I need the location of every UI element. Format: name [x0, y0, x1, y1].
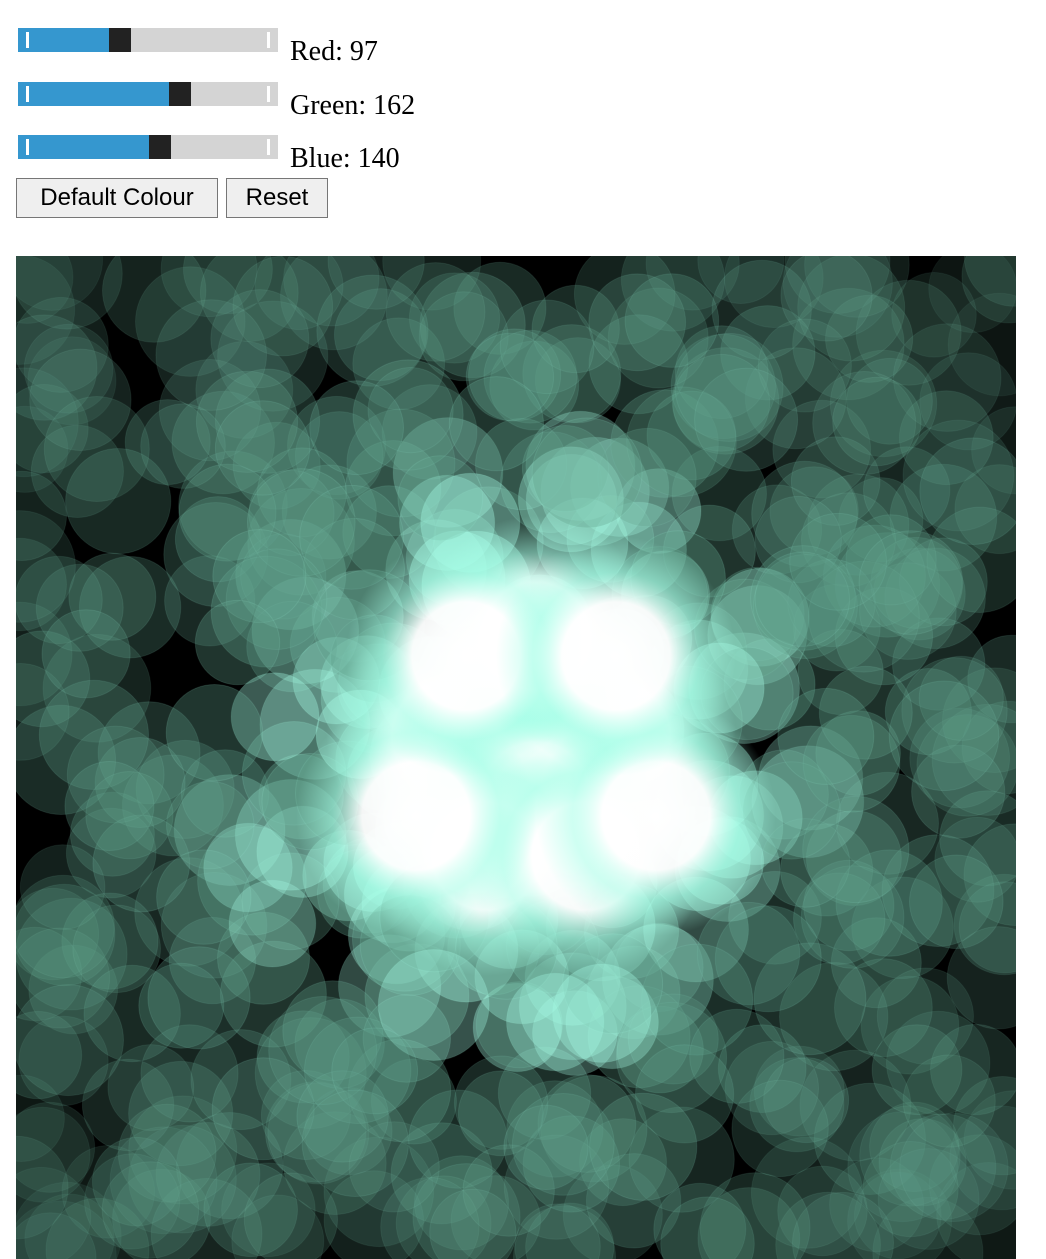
- green-control: Green: 162: [18, 82, 538, 126]
- bokeh-circle: [107, 1044, 195, 1131]
- bokeh-circle: [194, 599, 281, 686]
- red-slider[interactable]: [18, 28, 278, 52]
- bokeh-circle: [511, 1093, 615, 1196]
- bokeh-svg: [16, 256, 1016, 1259]
- red-slider-right-notch: [267, 32, 270, 48]
- green-slider-right-notch: [267, 86, 270, 102]
- bokeh-glow: [496, 536, 736, 776]
- red-value-label: Red: 97: [290, 36, 378, 67]
- bokeh-circle: [448, 376, 544, 472]
- blue-slider-left-notch: [26, 139, 29, 155]
- blue-slider[interactable]: [18, 135, 278, 159]
- bokeh-circle: [140, 403, 226, 489]
- default-colour-button[interactable]: Default Colour: [16, 178, 218, 218]
- bokeh-circle: [43, 396, 150, 502]
- blue-slider-right-notch: [267, 139, 270, 155]
- blue-slider-fill: [18, 135, 149, 159]
- bokeh-circle: [101, 1161, 200, 1259]
- bokeh-circle: [499, 299, 595, 395]
- green-slider-left-notch: [26, 86, 29, 102]
- red-slider-fill: [18, 28, 109, 52]
- bokeh-circle: [531, 417, 643, 529]
- bokeh-circle: [902, 1054, 996, 1148]
- green-value-label: Green: 162: [290, 90, 416, 121]
- bokeh-circle: [214, 400, 311, 496]
- bokeh-circle: [832, 376, 922, 467]
- bokeh-circle: [85, 771, 174, 860]
- blue-value-label: Blue: 140: [290, 143, 400, 174]
- red-slider-thumb[interactable]: [109, 28, 131, 52]
- bokeh-circle: [19, 844, 106, 930]
- blue-slider-thumb[interactable]: [149, 135, 171, 159]
- green-slider[interactable]: [18, 82, 278, 106]
- bokeh-canvas[interactable]: [16, 256, 1016, 1259]
- bokeh-circle: [694, 367, 799, 472]
- bokeh-circle: [624, 273, 720, 368]
- bokeh-circle: [858, 530, 964, 635]
- reset-button[interactable]: Reset: [226, 178, 328, 218]
- blue-control: Blue: 140: [18, 135, 538, 179]
- bokeh-circle: [777, 687, 875, 785]
- bokeh-circle: [731, 1079, 829, 1178]
- bokeh-circle: [41, 609, 131, 699]
- button-bar: Default Colour Reset: [16, 178, 416, 218]
- bokeh-circle: [552, 963, 652, 1063]
- red-control: Red: 97: [18, 28, 538, 72]
- bokeh-circle: [147, 946, 251, 1050]
- bokeh-circle: [203, 822, 293, 913]
- bokeh-circle: [301, 1089, 409, 1197]
- green-slider-fill: [18, 82, 169, 106]
- bokeh-circle: [309, 380, 405, 476]
- bokeh-circle: [165, 684, 264, 782]
- red-slider-left-notch: [26, 32, 29, 48]
- bokeh-circle: [918, 655, 1004, 741]
- green-slider-thumb[interactable]: [169, 82, 191, 106]
